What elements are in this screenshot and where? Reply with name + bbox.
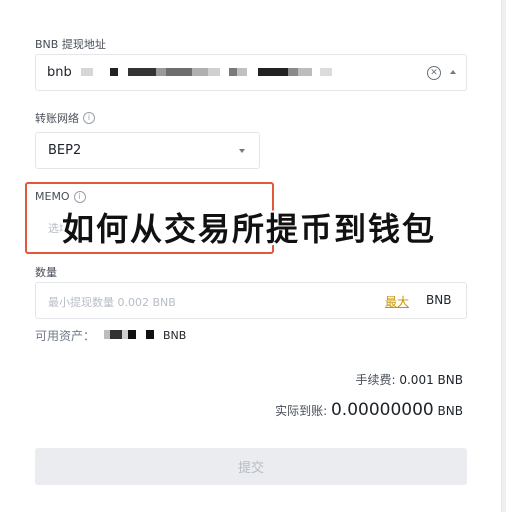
received-label: 实际到账: bbox=[275, 404, 328, 418]
network-selected-value: BEP2 bbox=[48, 143, 82, 158]
fee-row: 手续费: 0.001 BNB bbox=[355, 371, 463, 388]
address-mask bbox=[288, 68, 298, 76]
address-mask bbox=[237, 68, 247, 76]
amount-label: 数量 bbox=[35, 264, 57, 280]
available-label: 可用资产： bbox=[35, 329, 96, 343]
address-value: bnb bbox=[47, 65, 72, 80]
address-mask bbox=[298, 68, 312, 76]
available-mask bbox=[146, 330, 154, 339]
available-mask bbox=[128, 330, 136, 339]
received-value: 0.00000000 bbox=[330, 400, 434, 420]
address-mask bbox=[229, 68, 237, 76]
address-label-text: BNB 提现地址 bbox=[35, 38, 106, 51]
address-mask bbox=[320, 68, 332, 76]
amount-input[interactable]: 最小提现数量 0.002 BNB 最大 BNB bbox=[35, 282, 467, 319]
address-mask bbox=[192, 68, 208, 76]
submit-button[interactable]: 提交 bbox=[35, 448, 467, 485]
withdraw-panel: BNB 提现地址 bnb ✕ 转账网络 i BEP2 MEMO i 选填 如何从… bbox=[0, 0, 502, 512]
available-unit: BNB bbox=[163, 329, 187, 342]
fee-unit: BNB bbox=[437, 373, 463, 387]
info-icon[interactable]: i bbox=[83, 112, 95, 124]
address-mask bbox=[166, 68, 192, 76]
caret-up-icon[interactable] bbox=[450, 70, 456, 74]
memo-label: MEMO i bbox=[35, 190, 86, 203]
address-label: BNB 提现地址 bbox=[35, 36, 106, 52]
address-mask bbox=[81, 68, 93, 76]
address-mask bbox=[156, 68, 166, 76]
network-label-text: 转账网络 bbox=[35, 112, 79, 125]
caret-down-icon bbox=[239, 149, 245, 153]
address-mask bbox=[258, 68, 288, 76]
overlay-title: 如何从交易所提币到钱包 bbox=[62, 210, 437, 248]
network-label: 转账网络 i bbox=[35, 110, 95, 126]
fee-label: 手续费: bbox=[355, 373, 396, 387]
available-mask bbox=[110, 330, 122, 339]
close-circle-icon[interactable]: ✕ bbox=[427, 66, 441, 80]
network-select[interactable]: BEP2 bbox=[35, 132, 260, 169]
address-mask bbox=[110, 68, 118, 76]
max-button[interactable]: 最大 bbox=[385, 293, 409, 310]
amount-unit: BNB bbox=[426, 293, 452, 307]
amount-placeholder: 最小提现数量 0.002 BNB bbox=[48, 296, 176, 309]
fee-value: 0.001 bbox=[399, 373, 434, 387]
amount-label-text: 数量 bbox=[35, 266, 57, 279]
received-row: 实际到账: 0.00000000 BNB bbox=[275, 400, 463, 420]
memo-label-text: MEMO bbox=[35, 190, 70, 203]
address-mask bbox=[128, 68, 156, 76]
info-icon[interactable]: i bbox=[73, 190, 86, 203]
address-mask bbox=[208, 68, 220, 76]
received-unit: BNB bbox=[437, 404, 463, 418]
address-input[interactable]: bnb ✕ bbox=[35, 54, 467, 91]
